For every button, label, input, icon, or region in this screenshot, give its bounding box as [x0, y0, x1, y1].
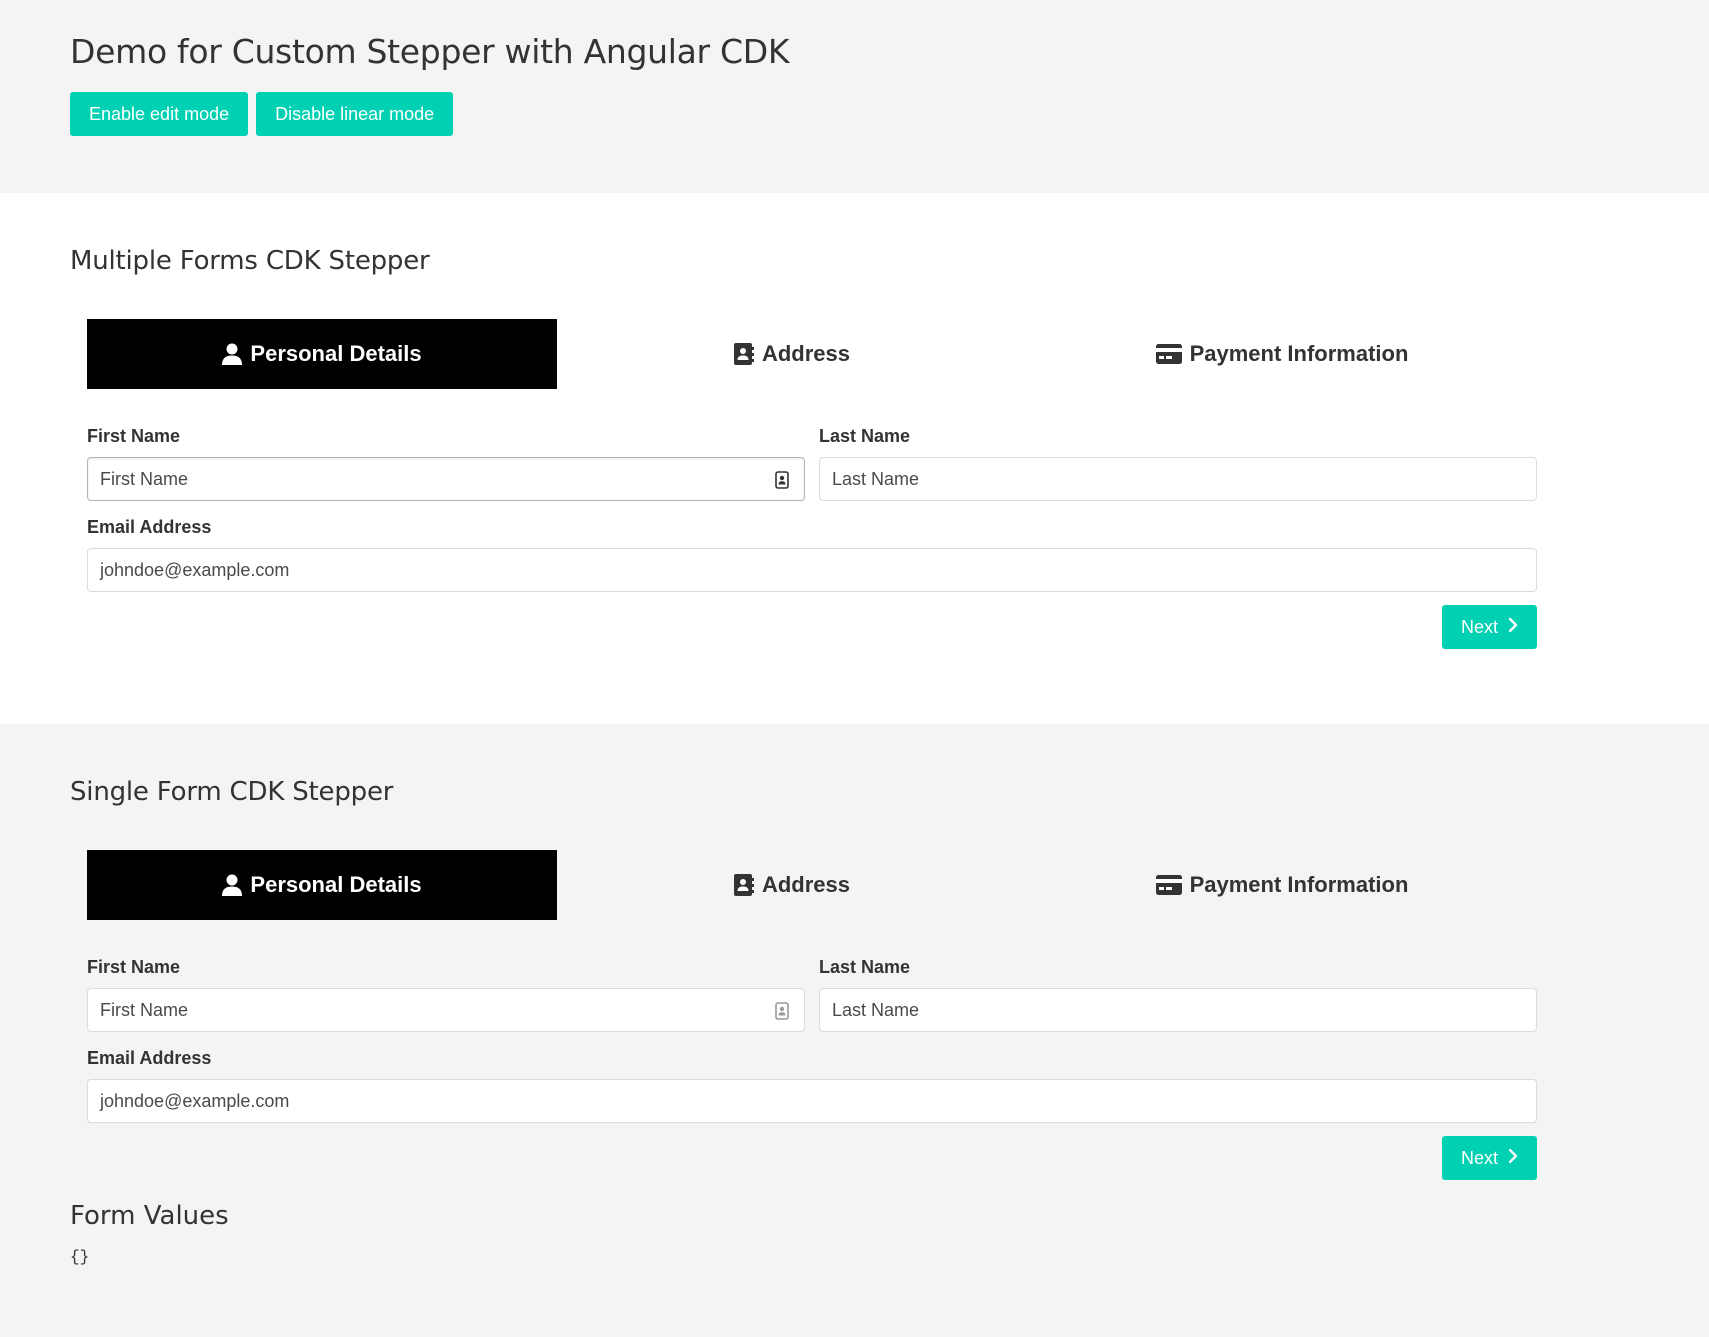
email-placeholder: johndoe@example.com [100, 1090, 290, 1111]
stepper-header: Personal Details Address Payment Informa… [87, 850, 1537, 920]
form-values-json: {} [70, 1248, 90, 1266]
next-button-label: Next [1460, 616, 1498, 637]
last-name-placeholder: Last Name [832, 468, 920, 489]
first-name-input[interactable]: First Name [87, 988, 805, 1032]
step-label: Payment Information [1189, 872, 1409, 897]
first-name-placeholder: First Name [100, 468, 189, 489]
chevron-right-icon [1508, 1148, 1518, 1169]
first-name-field: First Name First Name [87, 425, 805, 501]
form-values: Form Values {} [70, 1198, 1709, 1266]
first-name-input[interactable]: First Name [87, 457, 805, 501]
email-field: Email Address johndoe@example.com [87, 1047, 1537, 1123]
form-actions: Next [87, 1136, 1537, 1180]
first-name-label: First Name [87, 426, 181, 446]
next-button-label: Next [1460, 1147, 1498, 1168]
first-name-field: First Name First Name [87, 956, 805, 1032]
last-name-field: Last Name Last Name [819, 956, 1537, 1032]
single-form: First Name First Name Last Name Last Nam… [87, 956, 1537, 1180]
step-payment-information[interactable]: Payment Information [1027, 319, 1537, 389]
last-name-placeholder: Last Name [832, 999, 920, 1020]
email-placeholder: johndoe@example.com [100, 559, 290, 580]
contact-card-icon[interactable] [775, 471, 789, 494]
address-book-icon [733, 343, 754, 365]
email-input[interactable]: johndoe@example.com [87, 1079, 1537, 1123]
user-icon [222, 874, 243, 896]
page-header: Demo for Custom Stepper with Angular CDK… [0, 0, 1709, 193]
last-name-field: Last Name Last Name [819, 425, 1537, 501]
step-label: Payment Information [1189, 341, 1409, 366]
step-label: Address [761, 341, 851, 366]
credit-card-icon [1155, 875, 1182, 895]
multiple-forms-stepper: Personal Details Address Payment Informa… [87, 319, 1537, 649]
first-name-placeholder: First Name [100, 999, 189, 1020]
step-address[interactable]: Address [557, 850, 1027, 920]
credit-card-icon [1155, 344, 1182, 364]
single-form-stepper: Personal Details Address Payment Informa… [87, 850, 1537, 1180]
step-label: Address [761, 872, 851, 897]
address-book-icon [733, 874, 754, 896]
form-values-title: Form Values [70, 1201, 229, 1231]
page-title: Demo for Custom Stepper with Angular CDK [70, 32, 790, 71]
email-input[interactable]: johndoe@example.com [87, 548, 1537, 592]
email-label: Email Address [87, 517, 212, 537]
section-title: Multiple Forms CDK Stepper [70, 246, 430, 276]
header-actions: Enable edit mode Disable linear mode [70, 92, 1709, 136]
step-label: Personal Details [250, 341, 422, 366]
next-button[interactable]: Next [1441, 605, 1537, 649]
enable-edit-mode-button[interactable]: Enable edit mode [70, 92, 249, 136]
step-personal-details[interactable]: Personal Details [87, 850, 557, 920]
step-address[interactable]: Address [557, 319, 1027, 389]
last-name-input[interactable]: Last Name [819, 988, 1537, 1032]
multiple-forms-section: Multiple Forms CDK Stepper Personal Deta… [0, 193, 1709, 724]
last-name-label: Last Name [819, 957, 911, 977]
step-label: Personal Details [250, 872, 422, 897]
stepper-header: Personal Details Address Payment Informa… [87, 319, 1537, 389]
email-label: Email Address [87, 1048, 212, 1068]
next-button[interactable]: Next [1441, 1136, 1537, 1180]
step-payment-information[interactable]: Payment Information [1027, 850, 1537, 920]
disable-linear-mode-button[interactable]: Disable linear mode [256, 92, 454, 136]
first-name-label: First Name [87, 957, 181, 977]
section-title: Single Form CDK Stepper [70, 777, 394, 807]
user-icon [222, 343, 243, 365]
last-name-input[interactable]: Last Name [819, 457, 1537, 501]
chevron-right-icon [1508, 617, 1518, 638]
email-field: Email Address johndoe@example.com [87, 516, 1537, 592]
form-actions: Next [87, 605, 1537, 649]
personal-details-form: First Name First Name Last Name Last Nam… [87, 425, 1537, 649]
contact-card-icon[interactable] [775, 1002, 789, 1025]
last-name-label: Last Name [819, 426, 911, 446]
single-form-section: Single Form CDK Stepper Personal Details… [0, 724, 1709, 1337]
step-personal-details[interactable]: Personal Details [87, 319, 557, 389]
